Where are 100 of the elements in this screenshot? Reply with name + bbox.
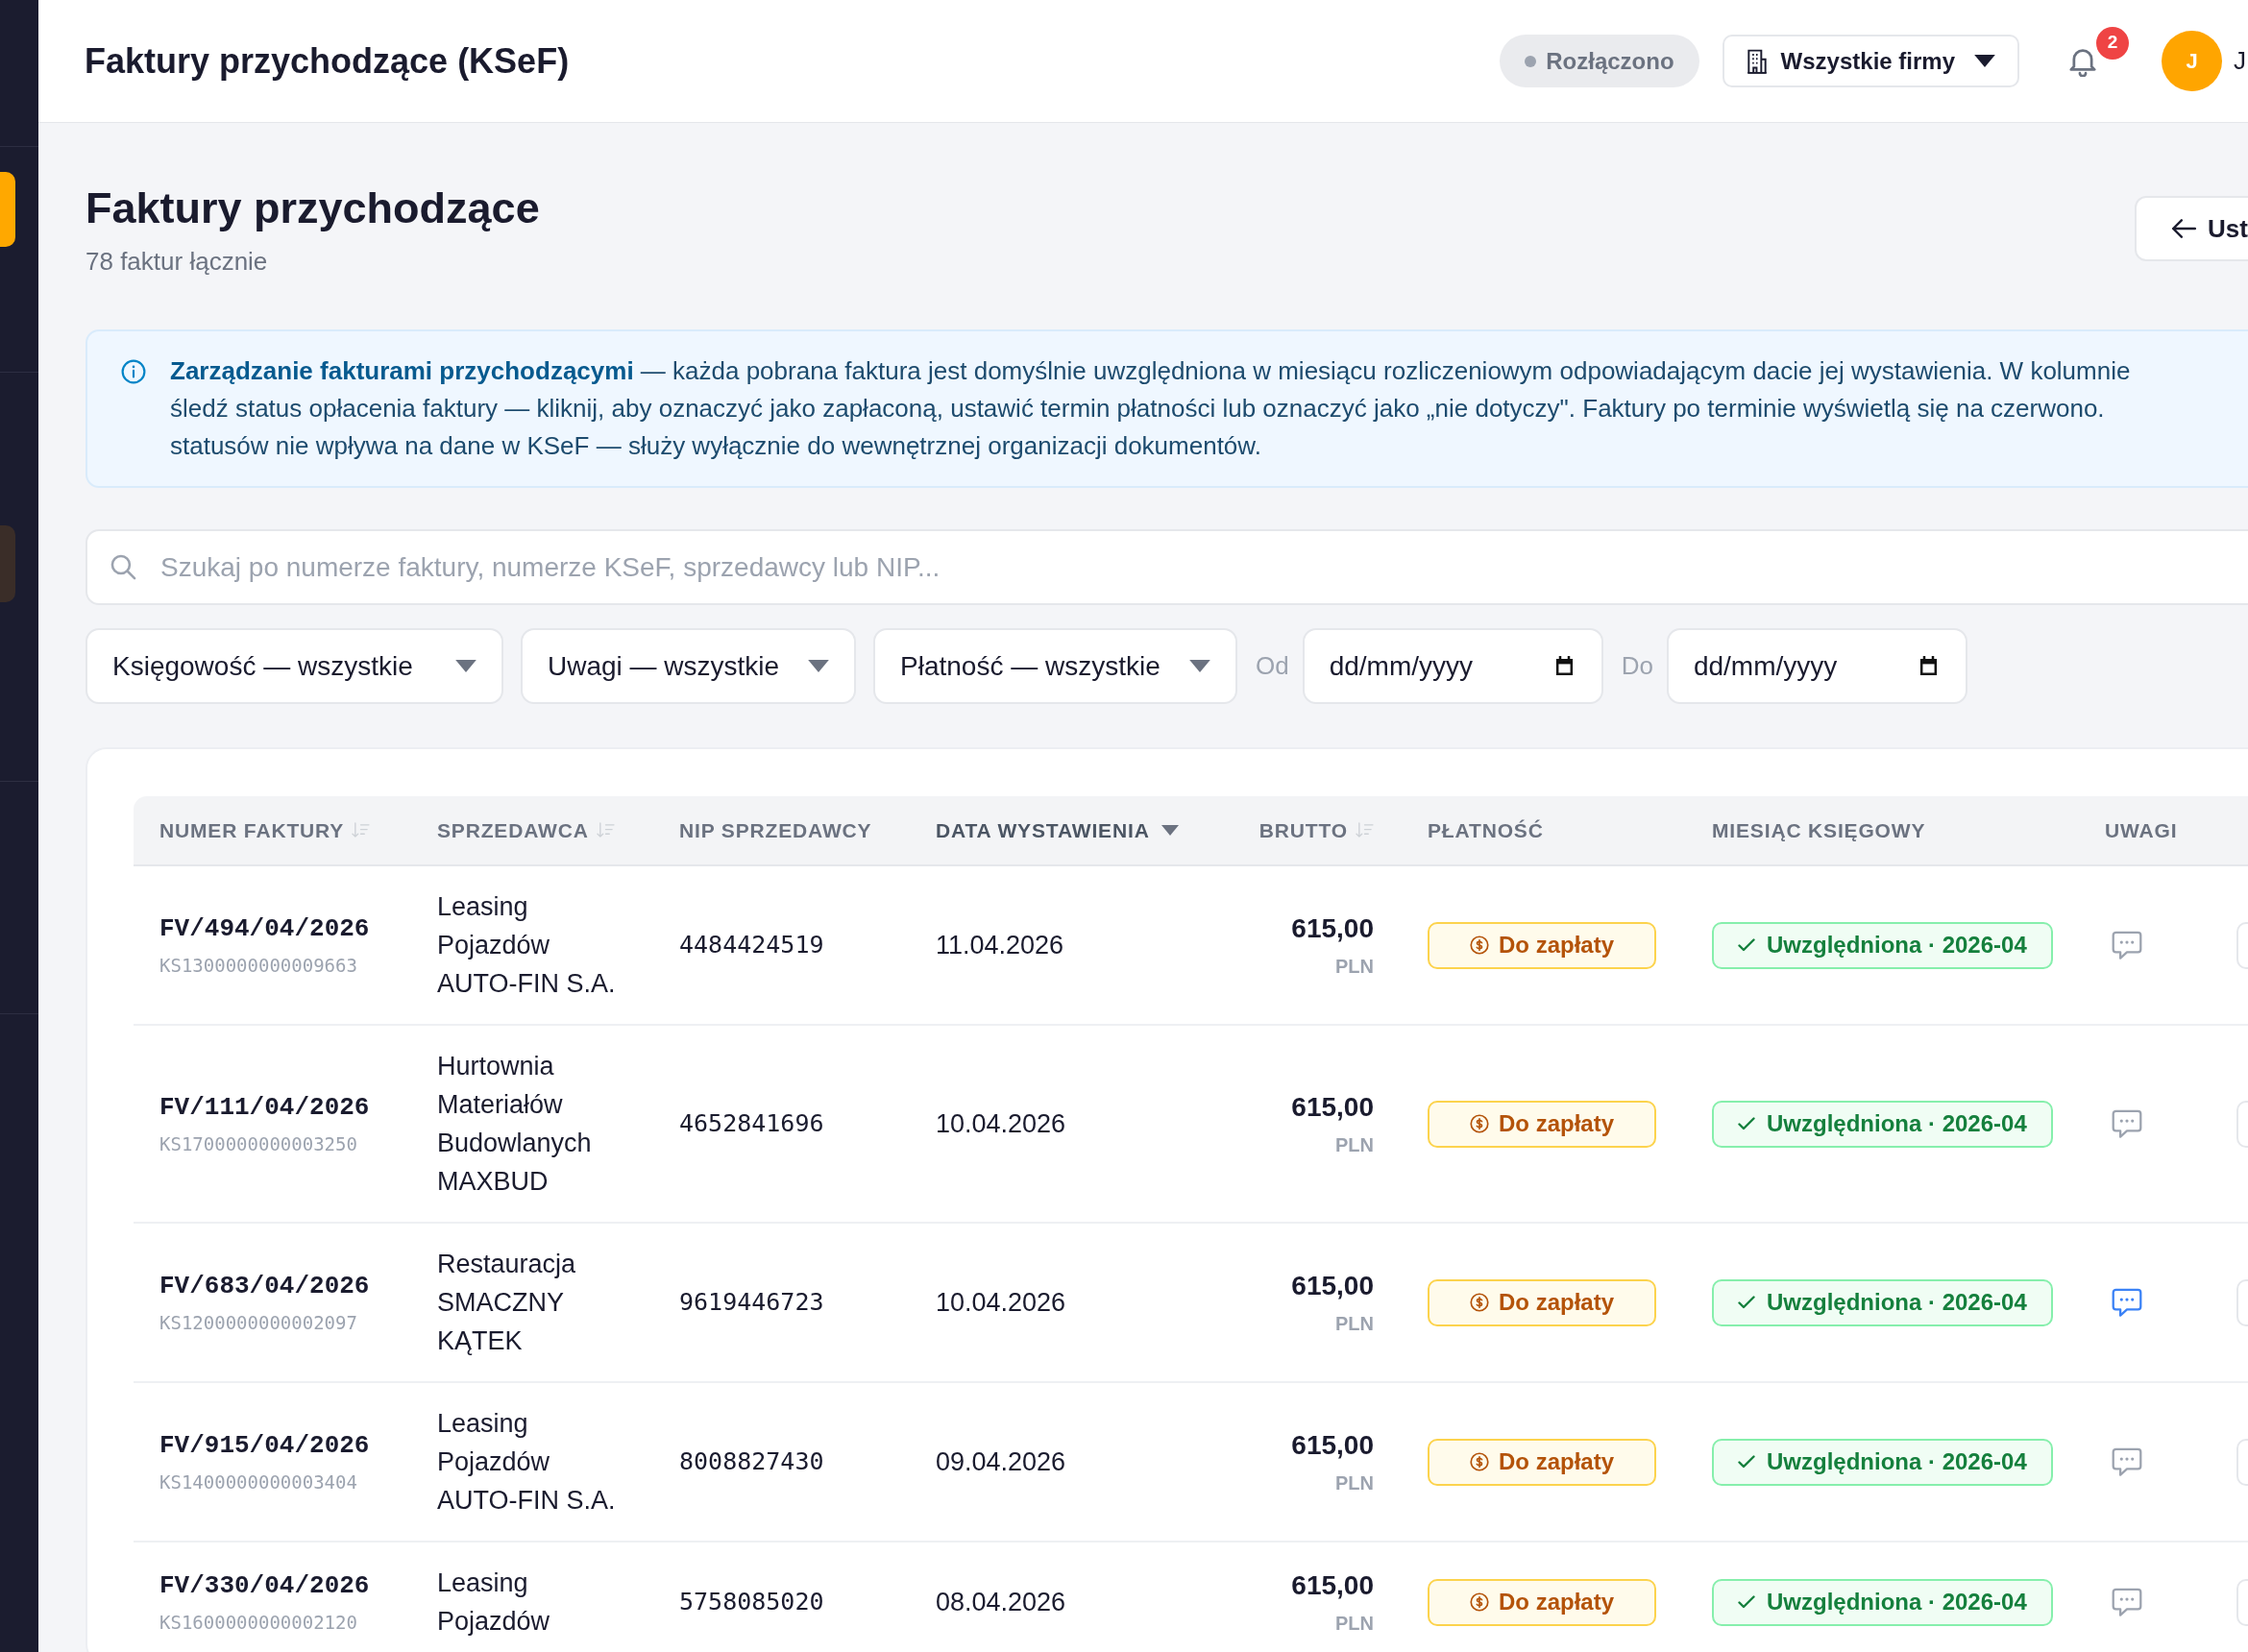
back-button[interactable]: Ust	[2135, 196, 2248, 261]
currency-label: PLN	[1335, 1471, 1374, 1494]
ksef-number: KS1700000000003250	[159, 1131, 358, 1156]
seller-name: Restauracja SMACZNY KĄTEK	[437, 1249, 577, 1357]
nip-number: 4652841696	[679, 1109, 824, 1138]
accounting-month-button[interactable]: Uwzględniona · 2026-04	[1712, 1100, 2053, 1148]
status-label: Rozłączono	[1546, 46, 1674, 76]
filter-dropdown[interactable]: Księgowość — wszystkie	[86, 628, 503, 704]
gross-amount: 615,00	[1291, 1091, 1374, 1124]
seller-name: Leasing Pojazdów AUTO-FIN S.A.	[437, 891, 617, 1000]
seller-name: Leasing Pojazdów AUTO-FIN S.A.	[437, 1408, 617, 1517]
issue-date: 10.04.2026	[936, 1287, 1066, 1317]
info-text: Zarządzanie fakturami przychodzącymi — każda pobrana faktura jest domyślnie uwzględniona w miesiącu rozliczeniowym odpowiadającym dacie jej wystawienia. W kolumnie śledź status opłacenia faktury — kliknij, aby oznaczyć jako zapłaconą, ustawić termin płatności lub oznaczyć jako „nie dotyczy". Faktury po terminie wyświetlą się na czerwono. statusów nie wpływa na dane w KSeF — służy wyłącznie do wewnętrznej organizacji dokumentów.	[170, 355, 2131, 462]
issue-date: 10.04.2026	[936, 1108, 1066, 1138]
check-icon	[1738, 1117, 1755, 1130]
payment-status-button[interactable]: Do zapłaty	[1428, 1438, 1656, 1486]
header-title: Faktury przychodzące (KSeF)	[85, 39, 570, 83]
column-header[interactable]: BRUTTO	[1258, 814, 1374, 846]
accounting-month-button[interactable]: Uwzględniona · 2026-04	[1712, 1438, 2053, 1486]
date-field[interactable]: dd/mm/yyyy	[1666, 628, 1967, 704]
column-header[interactable]: NUMER FAKTURY	[159, 814, 371, 846]
currency-label: PLN	[1335, 955, 1374, 978]
invoice-number: FV/915/04/2026	[159, 1429, 371, 1461]
sort-icon	[596, 822, 615, 838]
company-selector[interactable]: Wszystkie firmy	[1722, 35, 2019, 87]
invoice-number: FV/111/04/2026	[159, 1091, 371, 1123]
ksef-number: KS1300000000009663	[159, 953, 358, 978]
gross-amount: 615,00	[1291, 1270, 1374, 1302]
payment-status-button[interactable]: Do zapłaty	[1428, 921, 1656, 969]
filter-dropdown[interactable]: Uwagi — wszystkie	[521, 628, 856, 704]
comment-icon[interactable]	[2112, 1108, 2142, 1139]
comment-icon[interactable]	[2112, 930, 2142, 960]
nip-number: 8008827430	[679, 1447, 824, 1476]
issue-date: 11.04.2026	[936, 930, 1064, 960]
ksef-number: KS1400000000003404	[159, 1470, 358, 1494]
comment-icon[interactable]	[2112, 1587, 2142, 1617]
invoice-number: FV/330/04/2026	[159, 1569, 371, 1601]
search-icon	[110, 554, 136, 580]
accounting-month-button[interactable]: Uwzględniona · 2026-04	[1712, 1578, 2053, 1626]
calendar-icon[interactable]	[1553, 655, 1575, 677]
date-field[interactable]: dd/mm/yyyy	[1302, 628, 1603, 704]
caret-down-icon	[1974, 55, 1995, 67]
seller-name: Leasing Pojazdów	[437, 1567, 551, 1638]
dollar-circle-icon	[1470, 1293, 1489, 1312]
invoice-number: FV/683/04/2026	[159, 1270, 371, 1301]
gross-amount: 615,00	[1291, 912, 1374, 945]
check-icon	[1738, 1296, 1755, 1309]
issue-date: 09.04.2026	[936, 1446, 1066, 1476]
column-header[interactable]: DATA WYSTAWIENIA	[936, 814, 1179, 846]
gross-amount: 615,00	[1291, 1569, 1374, 1602]
payment-status-button[interactable]: Do zapłaty	[1428, 1278, 1656, 1326]
building-icon	[1746, 48, 1768, 74]
dollar-circle-icon	[1470, 1114, 1489, 1133]
page-heading: Faktury przychodzące	[86, 182, 540, 233]
currency-label: PLN	[1335, 1312, 1374, 1335]
check-icon	[1738, 938, 1755, 952]
column-header[interactable]: SPRZEDAWCA	[437, 814, 615, 846]
accounting-month-button[interactable]: Uwzględniona · 2026-04	[1712, 921, 2053, 969]
calendar-icon[interactable]	[1918, 655, 1939, 677]
arrow-left-icon	[2171, 218, 2196, 239]
comment-icon[interactable]	[2112, 1287, 2142, 1318]
currency-label: PLN	[1335, 1612, 1374, 1635]
caret-down-icon	[1161, 825, 1179, 836]
search-field[interactable]: Szukaj po numerze faktury, numerze KSeF, sprzedawcy lub NIP...	[86, 529, 2248, 605]
nip-number: 5758085020	[679, 1588, 824, 1616]
gross-amount: 615,00	[1291, 1429, 1374, 1462]
column-header: NIP SPRZEDAWCY	[679, 817, 872, 843]
column-header: MIESIĄC KSIĘGOWY	[1712, 817, 1926, 843]
filter-dropdown[interactable]: Płatność — wszystkie	[873, 628, 1237, 704]
check-icon	[1738, 1455, 1755, 1469]
dollar-circle-icon	[1470, 935, 1489, 955]
info-icon	[121, 359, 146, 384]
user-name: J	[2234, 45, 2246, 77]
comment-icon[interactable]	[2112, 1446, 2142, 1477]
nip-number: 9619446723	[679, 1288, 824, 1317]
ksef-number: KS1600000000002120	[159, 1610, 358, 1635]
seller-name: Hurtownia Materiałów Budowlanych MAXBUD	[437, 1051, 593, 1198]
check-icon	[1738, 1595, 1755, 1609]
caret-down-icon	[1189, 660, 1210, 672]
invoice-number: FV/494/04/2026	[159, 912, 371, 944]
payment-status-button[interactable]: Do zapłaty	[1428, 1578, 1656, 1626]
accounting-month-button[interactable]: Uwzględniona · 2026-04	[1712, 1278, 2053, 1326]
column-header: PŁATNOŚĆ	[1428, 817, 1544, 843]
ksef-number: KS1200000000002097	[159, 1310, 358, 1335]
caret-down-icon	[455, 660, 476, 672]
date-label: Od	[1256, 650, 1289, 682]
currency-label: PLN	[1335, 1133, 1374, 1156]
date-label: Do	[1621, 650, 1653, 682]
invoice-count: 78 faktur łącznie	[86, 246, 269, 277]
payment-status-button[interactable]: Do zapłaty	[1428, 1100, 1656, 1148]
notification-badge: 2	[2096, 26, 2129, 60]
sort-icon	[352, 822, 371, 838]
dollar-circle-icon	[1470, 1452, 1489, 1471]
nip-number: 4484424519	[679, 931, 824, 960]
issue-date: 08.04.2026	[936, 1587, 1066, 1616]
dollar-circle-icon	[1470, 1592, 1489, 1612]
sort-icon	[1356, 822, 1374, 838]
caret-down-icon	[808, 660, 829, 672]
sidebar-item[interactable]	[0, 172, 15, 247]
column-header: UWAGI	[2105, 817, 2178, 843]
